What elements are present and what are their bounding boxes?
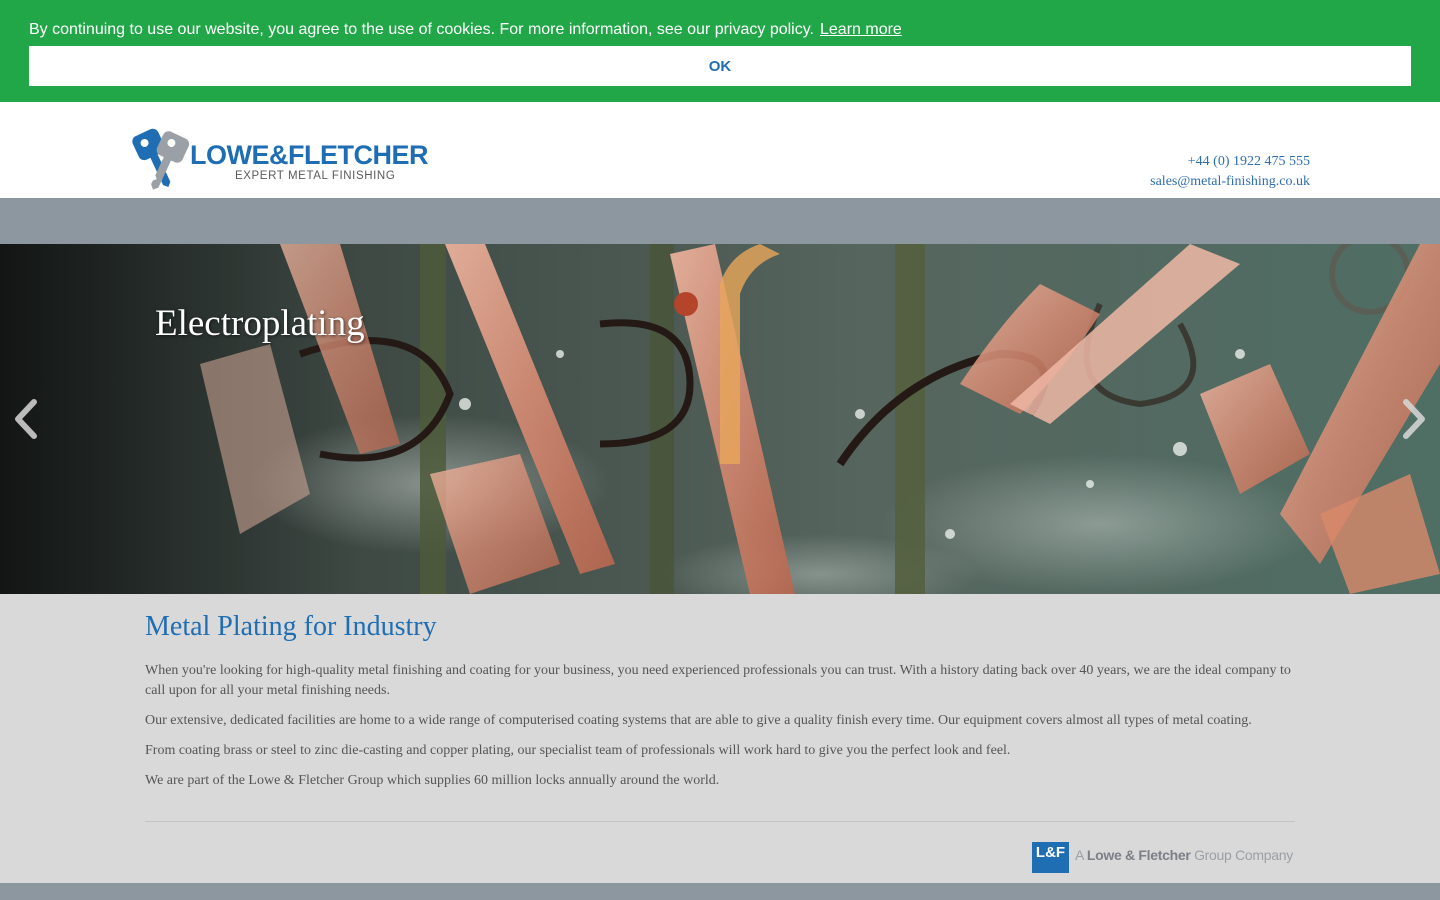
content-divider — [145, 821, 1295, 822]
main-content: Metal Plating for Industry When you're l… — [145, 594, 1295, 801]
group-suffix: Group Company — [1194, 847, 1293, 863]
site-logo[interactable]: LOWE&FLETCHER EXPERT METAL FINISHING — [128, 128, 428, 196]
group-company-name: Lowe & Fletcher — [1086, 847, 1191, 863]
lf-mark: L&F — [1032, 842, 1069, 873]
site-header: LOWE&FLETCHER EXPERT METAL FINISHING +44… — [0, 102, 1440, 198]
group-company-logo[interactable]: L&F A Lowe & Fletcher Group Company — [1032, 842, 1296, 873]
intro-paragraph-1: When you're looking for high-quality met… — [145, 663, 1291, 698]
intro-paragraph-3: From coating brass or steel to zinc die-… — [145, 743, 1011, 758]
group-company-text: A Lowe & Fletcher Group Company — [1075, 847, 1293, 863]
hero-image — [0, 244, 1440, 594]
footer-bar — [0, 883, 1440, 900]
logo-tagline: EXPERT METAL FINISHING — [235, 170, 396, 182]
hero-carousel: Electroplating — [0, 244, 1440, 594]
cookie-message: By continuing to use our website, you ag… — [29, 21, 902, 39]
cookie-banner: By continuing to use our website, you ag… — [0, 0, 1440, 102]
carousel-prev-arrow[interactable] — [6, 394, 46, 444]
intro-paragraph-4: We are part of the Lowe & Fletcher Group… — [145, 773, 720, 788]
page-title: Metal Plating for Industry — [145, 611, 437, 642]
nav-bar — [0, 198, 1440, 244]
carousel-next-arrow[interactable] — [1394, 394, 1434, 444]
chevron-left-icon — [15, 399, 37, 439]
contact-info: +44 (0) 1922 475 555 sales@metal-finishi… — [1150, 152, 1310, 192]
phone-link[interactable]: +44 (0) 1922 475 555 — [1150, 152, 1310, 172]
email-link[interactable]: sales@metal-finishing.co.uk — [1150, 172, 1310, 192]
hero-caption: Electroplating — [155, 303, 365, 344]
logo-name: LOWE&FLETCHER — [190, 140, 428, 170]
cookie-message-text: By continuing to use our website, you ag… — [29, 21, 814, 38]
learn-more-link[interactable]: Learn more — [820, 21, 902, 38]
keys-logo-icon — [130, 128, 190, 190]
chevron-right-icon — [1403, 399, 1425, 439]
group-prefix: A — [1075, 847, 1084, 863]
cookie-ok-button[interactable]: OK — [29, 46, 1411, 86]
intro-paragraph-2: Our extensive, dedicated facilities are … — [145, 713, 1252, 728]
